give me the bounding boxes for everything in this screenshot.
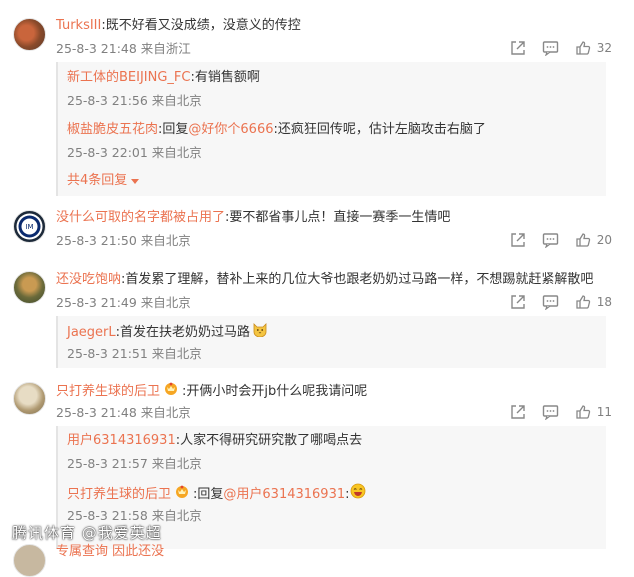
share-icon [511, 405, 525, 419]
comment-text: :既不好看又没成绩，没意义的传控 [101, 18, 301, 33]
more-replies-label: 共4条回复 [67, 173, 128, 188]
reply-body: JaegerL:首发在扶老奶奶过马路 [67, 321, 268, 344]
comment-actions: 18 [494, 294, 612, 310]
mention-link[interactable]: @好你个6666 [188, 122, 273, 137]
like-count: 18 [596, 295, 612, 309]
reply-meta: 25-8-3 22:01 来自北京 [67, 145, 202, 160]
comment-actions: 11 [494, 404, 612, 420]
like-icon [576, 405, 590, 419]
reply-body: 新工体的BEIJING_FC:有销售额啊 [67, 68, 260, 88]
laughing-emoji-icon [350, 483, 366, 506]
reply-text: :人家不得研究研究散了哪喝点去 [175, 433, 363, 448]
comment-body: 还没吃饱呐:首发累了理解，替补上来的几位大爷也跟老奶奶过马路一样，不想踢就赶紧解… [56, 270, 593, 290]
like-button[interactable]: 20 [575, 232, 612, 248]
comment-username[interactable]: 还没吃饱呐 [56, 272, 121, 287]
like-button[interactable]: 18 [575, 294, 612, 310]
more-replies-link[interactable]: 共4条回复 [67, 172, 140, 190]
like-count: 11 [596, 405, 612, 419]
reply-text: :首发在扶老奶奶过马路 [115, 325, 251, 340]
share-button[interactable] [510, 40, 526, 56]
reply-meta: 25-8-3 21:57 来自北京 [67, 456, 202, 471]
share-icon [511, 41, 525, 55]
reply-list: JaegerL:首发在扶老奶奶过马路 25-8-3 21:51 来自北京 [56, 316, 606, 368]
comment-icon [542, 295, 558, 310]
comment-icon [542, 405, 558, 420]
watermark: 腾讯体育 @我爱英超 [12, 524, 162, 542]
comment-username[interactable]: 只打养生球的后卫 [56, 384, 160, 399]
comment-username[interactable]: TurksIII [56, 18, 101, 33]
comment-body: 只打养生球的后卫 :开俩小时会开jb什么呢我请问呢 [56, 380, 367, 403]
like-button[interactable]: 11 [575, 404, 612, 420]
reply-username[interactable]: 只打养生球的后卫 [67, 487, 171, 502]
reply-meta: 25-8-3 21:56 来自北京 [67, 93, 202, 108]
comment-text: :开俩小时会开jb什么呢我请问呢 [182, 384, 368, 399]
share-icon [511, 295, 525, 309]
reply-list: 新工体的BEIJING_FC:有销售额啊 25-8-3 21:56 来自北京 椒… [56, 62, 606, 196]
crown-badge-icon [163, 380, 179, 403]
comment-meta: 25-8-3 21:50 来自北京 [56, 233, 191, 248]
like-icon [576, 233, 590, 247]
comment-body: TurksIII:既不好看又没成绩，没意义的传控 [56, 16, 301, 36]
comment-actions: 20 [494, 232, 612, 248]
reply-username[interactable]: 用户6314316931 [67, 433, 176, 448]
like-icon [576, 41, 590, 55]
share-button[interactable] [510, 404, 526, 420]
like-count: 32 [596, 41, 612, 55]
cat-emoji-icon [252, 321, 268, 344]
comment-meta: 25-8-3 21:48 来自北京 [56, 405, 191, 420]
avatar[interactable]: IM [13, 210, 46, 243]
avatar[interactable] [13, 271, 46, 304]
comment-meta: 25-8-3 21:48 来自浙江 [56, 41, 191, 56]
comment-meta: 25-8-3 21:49 来自北京 [56, 295, 191, 310]
like-button[interactable]: 32 [575, 40, 612, 56]
mention-link[interactable]: @用户6314316931 [223, 487, 345, 502]
share-icon [511, 233, 525, 247]
reply-text: :还疯狂回传呢，估计左脑攻击右脑了 [273, 122, 486, 137]
share-button[interactable] [510, 232, 526, 248]
reply-username[interactable]: JaegerL [67, 325, 116, 340]
avatar[interactable] [13, 382, 46, 415]
svg-text:IM: IM [25, 223, 33, 231]
reply-username[interactable]: 椒盐脆皮五花肉 [67, 122, 158, 137]
inter-milan-logo-icon: IM [16, 213, 43, 240]
comment-username[interactable]: 没什么可取的名字都被占用了 [56, 210, 225, 225]
reply-button[interactable] [542, 232, 559, 248]
comment-text: :要不都省事儿点！直接一赛季一生情吧 [225, 210, 451, 225]
avatar[interactable] [13, 18, 46, 51]
comment-actions: 32 [494, 40, 612, 56]
reply-prefix: :回复 [193, 487, 224, 502]
comment-icon [542, 233, 558, 248]
caret-down-icon [131, 179, 140, 184]
reply-username[interactable]: 新工体的BEIJING_FC [67, 70, 191, 85]
reply-body: 椒盐脆皮五花肉:回复@好你个6666:还疯狂回传呢，估计左脑攻击右脑了 [67, 120, 486, 140]
reply-meta: 25-8-3 21:51 来自北京 [67, 346, 202, 361]
crown-badge-icon [174, 483, 190, 506]
reply-button[interactable] [542, 294, 559, 310]
share-button[interactable] [510, 294, 526, 310]
reply-text: :有销售额啊 [190, 70, 260, 85]
comment-icon [542, 41, 558, 56]
comment-text: :首发累了理解，替补上来的几位大爷也跟老奶奶过马路一样，不想踢就赶紧解散吧 [121, 272, 594, 287]
reply-button[interactable] [542, 40, 559, 56]
reply-body: 只打养生球的后卫 :回复@用户6314316931: [67, 483, 366, 506]
comment-body: 没什么可取的名字都被占用了:要不都省事儿点！直接一赛季一生情吧 [56, 208, 450, 228]
reply-body: 用户6314316931:人家不得研究研究散了哪喝点去 [67, 431, 362, 451]
reply-prefix: :回复 [158, 122, 189, 137]
reply-button[interactable] [542, 404, 559, 420]
like-icon [576, 295, 590, 309]
like-count: 20 [596, 233, 612, 247]
